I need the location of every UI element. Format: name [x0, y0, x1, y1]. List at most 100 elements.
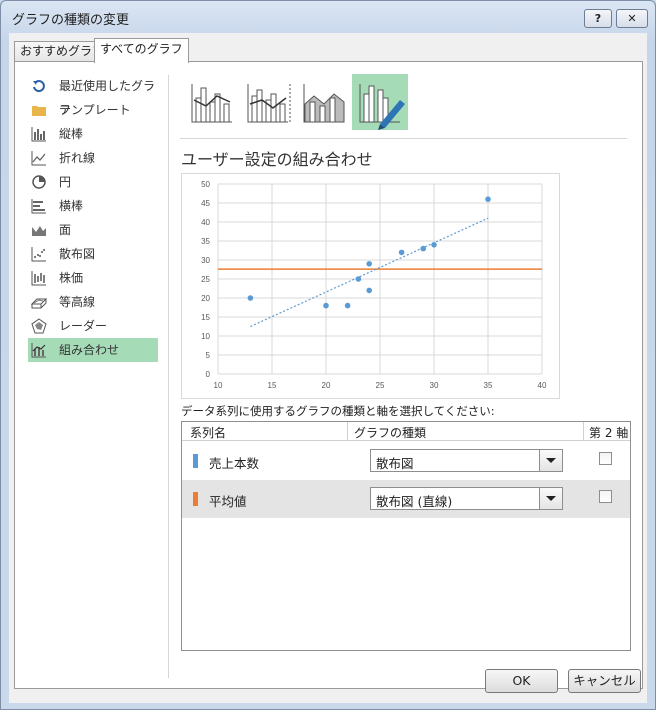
sidebar-item-label: 円 — [59, 175, 72, 189]
chevron-down-icon[interactable] — [539, 488, 562, 509]
chevron-down-icon[interactable] — [539, 450, 562, 471]
recent-icon — [33, 80, 45, 93]
y-tick-label: 20 — [201, 294, 210, 303]
header-series-name: 系列名 — [190, 426, 227, 440]
sidebar-item-label: 横棒 — [59, 199, 84, 213]
y-tick-label: 25 — [201, 275, 210, 284]
sidebar-item-pie[interactable]: 円 — [28, 170, 158, 194]
sidebar-item-label: 株価 — [59, 271, 84, 285]
sidebar-item-recent[interactable]: 最近使用したグラフ — [28, 74, 158, 117]
x-tick-label: 20 — [322, 381, 331, 390]
combo-subtype-column-line-secondary[interactable] — [240, 74, 296, 130]
sidebar-item-label: 縦棒 — [59, 127, 84, 141]
x-tick-label: 40 — [538, 381, 547, 390]
cancel-button[interactable]: キャンセル — [568, 669, 641, 693]
scatter-point — [398, 249, 405, 256]
line-chart-icon — [31, 151, 46, 166]
trendline — [250, 217, 489, 328]
scatter-point — [485, 196, 491, 202]
sidebar-item-label: 散布図 — [59, 247, 96, 261]
radar-chart-icon — [31, 318, 47, 334]
scatter-point — [366, 287, 372, 294]
scatter-point — [420, 245, 426, 252]
x-tick-label: 25 — [376, 381, 385, 390]
series-name: 平均値 — [209, 494, 247, 509]
sidebar-item-label: レーダー — [59, 319, 108, 333]
help-button[interactable]: ? — [584, 9, 612, 28]
dialog-window: グラフの種類の変更 ? ✕ おすすめグラフ すべてのグラフ 最近使用したグラフ … — [0, 0, 656, 710]
chart-type-value: 散布図 — [376, 456, 414, 471]
bar-chart-icon — [31, 199, 46, 214]
table-row: 売上本数 散布図 — [182, 442, 630, 480]
y-tick-label: 40 — [201, 218, 210, 227]
clustered-column-line-icon — [191, 84, 232, 123]
folder-icon — [32, 106, 46, 116]
stock-chart-icon — [31, 271, 46, 286]
sidebar-item-label: テンプレート — [59, 103, 131, 117]
combo-chart-icon — [31, 343, 46, 358]
y-tick-label: 50 — [201, 180, 210, 189]
area-chart-icon — [32, 226, 46, 236]
scatter-point — [323, 302, 329, 309]
sidebar-item-scatter[interactable]: 散布図 — [28, 242, 158, 266]
chart-svg: 0 5 10 15 20 25 30 35 40 45 50 10 15 20 25 30 35 40 — [201, 180, 547, 390]
scatter-point — [344, 302, 351, 309]
y-tick-label: 35 — [201, 237, 210, 246]
surface-chart-icon — [31, 298, 47, 309]
secondary-axis-checkbox[interactable] — [599, 452, 612, 465]
y-tick-label: 15 — [201, 313, 210, 322]
sidebar-item-radar[interactable]: レーダー — [28, 314, 158, 338]
custom-combination-icon — [359, 84, 405, 130]
tab-panel: 最近使用したグラフ テンプレート 縦棒 折れ線 円 横棒 面 散布図 株価 等高… — [14, 61, 643, 689]
header-secondary-axis: 第 2 軸 — [589, 426, 629, 440]
sidebar-item-label: 折れ線 — [59, 151, 96, 165]
chart-preview: 0 5 10 15 20 25 30 35 40 45 50 10 15 20 25 30 35 40 — [181, 173, 560, 399]
sidebar-item-label: 組み合わせ — [59, 343, 120, 357]
instructions-text: データ系列に使用するグラフの種類と軸を選択してください: — [181, 404, 495, 418]
close-button[interactable]: ✕ — [616, 9, 648, 28]
title-bar: グラフの種類の変更 ? ✕ — [1, 1, 655, 33]
x-tick-label: 10 — [214, 381, 223, 390]
combo-subtype-custom[interactable] — [352, 74, 408, 130]
stacked-area-column-icon — [303, 84, 345, 123]
scatter-point — [431, 242, 437, 248]
series-color-swatch — [193, 454, 198, 468]
series-table: 系列名 グラフの種類 第 2 軸 売上本数 散布図 平均値 散布図 (直線) — [181, 421, 631, 651]
sidebar-item-bar[interactable]: 横棒 — [28, 194, 158, 218]
combo-subtype-clustered-column-line[interactable] — [184, 74, 240, 130]
section-title: ユーザー設定の組み合わせ — [181, 150, 373, 169]
dialog-body: おすすめグラフ すべてのグラフ 最近使用したグラフ テンプレート 縦棒 折れ線 — [9, 33, 647, 703]
sidebar-item-label: 等高線 — [59, 295, 96, 309]
chart-type-select[interactable]: 散布図 (直線) — [370, 487, 563, 510]
header-chart-type: グラフの種類 — [354, 426, 427, 440]
series-table-header: 系列名 グラフの種類 第 2 軸 — [182, 422, 630, 441]
pie-chart-icon — [32, 175, 46, 189]
scatter-point — [247, 295, 254, 301]
sidebar-item-stock[interactable]: 株価 — [28, 266, 158, 290]
column-chart-icon — [31, 127, 46, 142]
chart-type-value: 散布図 (直線) — [376, 494, 453, 509]
table-row: 平均値 散布図 (直線) — [182, 480, 630, 518]
scatter-chart-icon — [31, 247, 46, 262]
ok-button[interactable]: OK — [485, 669, 558, 693]
chart-type-select[interactable]: 散布図 — [370, 449, 563, 472]
section-divider — [180, 138, 627, 139]
sidebar-item-label: 面 — [59, 223, 72, 237]
sidebar-item-line[interactable]: 折れ線 — [28, 146, 158, 170]
combo-subtype-stacked-area-column[interactable] — [296, 74, 352, 130]
sidebar-item-area[interactable]: 面 — [28, 218, 158, 242]
scatter-point — [366, 261, 372, 267]
y-tick-label: 30 — [201, 256, 210, 265]
sidebar-item-templates[interactable]: テンプレート — [28, 98, 158, 122]
column-divider — [583, 422, 584, 440]
column-line-secondary-axis-icon — [247, 84, 291, 123]
y-tick-label: 10 — [201, 332, 210, 341]
sidebar-item-surface[interactable]: 等高線 — [28, 290, 158, 314]
secondary-axis-checkbox[interactable] — [599, 490, 612, 503]
sidebar-item-combo[interactable]: 組み合わせ — [28, 338, 158, 362]
y-tick-label: 5 — [206, 351, 211, 360]
sidebar-item-column[interactable]: 縦棒 — [28, 122, 158, 146]
x-tick-label: 35 — [484, 381, 493, 390]
x-tick-label: 15 — [268, 381, 277, 390]
tab-all-charts[interactable]: すべてのグラフ — [94, 38, 189, 63]
